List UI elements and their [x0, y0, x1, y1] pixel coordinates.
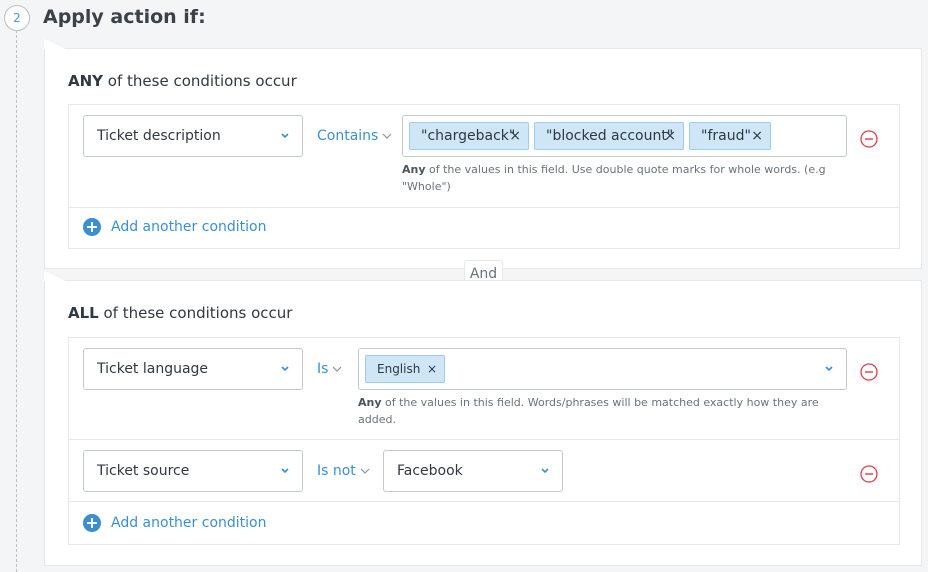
- chevron-down-icon: [280, 451, 290, 491]
- chevron-down-icon: [382, 133, 392, 139]
- remove-circle-icon[interactable]: [860, 130, 878, 148]
- close-icon[interactable]: ×: [509, 123, 521, 149]
- plus-circle-icon: [83, 514, 101, 532]
- value-tag-label: "blocked account": [546, 128, 674, 144]
- all-quantifier: ALL: [68, 304, 99, 322]
- hint-emphasis: Any: [358, 396, 382, 409]
- remove-circle-icon[interactable]: [860, 363, 878, 381]
- step-connector-line: [16, 30, 17, 572]
- close-icon[interactable]: ×: [664, 123, 676, 149]
- condition-hint: Any of the values in this field. Use dou…: [402, 161, 842, 195]
- any-heading-text: of these conditions occur: [103, 72, 297, 90]
- value-tag: "blocked account" ×: [534, 122, 684, 150]
- condition-values-input[interactable]: "chargeback" × "blocked account" × "fraud"…: [402, 115, 847, 157]
- add-condition-button[interactable]: Add another condition: [83, 513, 266, 533]
- all-conditions-box: Ticket language Is English × Any of the v…: [68, 337, 900, 545]
- all-heading-text: of these conditions occur: [98, 304, 293, 322]
- plus-circle-icon: [83, 218, 101, 236]
- condition-value: Facebook: [397, 463, 463, 479]
- value-tag-label: "fraud": [701, 128, 751, 144]
- condition-field-select[interactable]: Ticket language: [83, 348, 303, 390]
- condition-row: Ticket source Is not Facebook: [69, 440, 899, 502]
- condition-field-select[interactable]: Ticket source: [83, 450, 303, 492]
- hint-text: of the values in this field. Words/phras…: [358, 396, 819, 426]
- all-conditions-heading: ALL of these conditions occur: [68, 304, 292, 322]
- remove-circle-icon[interactable]: [860, 465, 878, 483]
- close-icon[interactable]: ×: [751, 123, 763, 149]
- chevron-down-icon: [540, 451, 550, 491]
- condition-field-value: Ticket source: [97, 463, 190, 479]
- chevron-down-icon: [280, 116, 290, 156]
- chevron-down-icon: [280, 349, 290, 389]
- condition-row: Ticket description Contains "chargeback"…: [69, 105, 899, 208]
- condition-row: Ticket language Is English × Any of the v…: [69, 338, 899, 440]
- chevron-down-icon: [360, 468, 370, 474]
- step-number-badge: 2: [4, 5, 30, 31]
- all-conditions-panel: ALL of these conditions occur Ticket lan…: [44, 271, 922, 566]
- condition-field-value: Ticket description: [97, 128, 221, 144]
- condition-value-select[interactable]: Facebook: [383, 450, 563, 492]
- close-icon[interactable]: ×: [427, 356, 437, 382]
- condition-operator-dropdown[interactable]: Is not: [317, 450, 370, 492]
- hint-emphasis: Any: [402, 163, 426, 176]
- any-conditions-box: Ticket description Contains "chargeback"…: [68, 104, 900, 249]
- hint-text: of the values in this field. Use double …: [402, 163, 826, 193]
- condition-field-value: Ticket language: [97, 361, 209, 377]
- add-condition-label: Add another condition: [111, 515, 267, 531]
- any-conditions-panel: ANY of these conditions occur Ticket des…: [44, 39, 922, 269]
- chevron-down-icon: [824, 349, 834, 389]
- condition-values-select[interactable]: English ×: [358, 348, 847, 390]
- value-tag: "chargeback" ×: [409, 122, 529, 150]
- add-condition-label: Add another condition: [111, 219, 267, 235]
- add-condition-button[interactable]: Add another condition: [83, 217, 266, 237]
- value-tag: English ×: [365, 355, 445, 383]
- value-tag: "fraud" ×: [689, 122, 771, 150]
- condition-operator-dropdown[interactable]: Is: [317, 348, 342, 390]
- value-tag-label: English: [377, 362, 421, 376]
- condition-operator-label: Is: [317, 361, 329, 377]
- step-title: Apply action if:: [43, 6, 206, 28]
- any-quantifier: ANY: [68, 72, 104, 90]
- condition-operator-dropdown[interactable]: Contains: [317, 115, 392, 157]
- any-conditions-heading: ANY of these conditions occur: [68, 72, 297, 90]
- condition-operator-label: Is not: [317, 463, 356, 479]
- condition-hint: Any of the values in this field. Words/p…: [358, 394, 828, 428]
- value-tag-label: "chargeback": [421, 128, 516, 144]
- condition-field-select[interactable]: Ticket description: [83, 115, 303, 157]
- condition-operator-label: Contains: [317, 128, 379, 144]
- chevron-down-icon: [333, 366, 342, 372]
